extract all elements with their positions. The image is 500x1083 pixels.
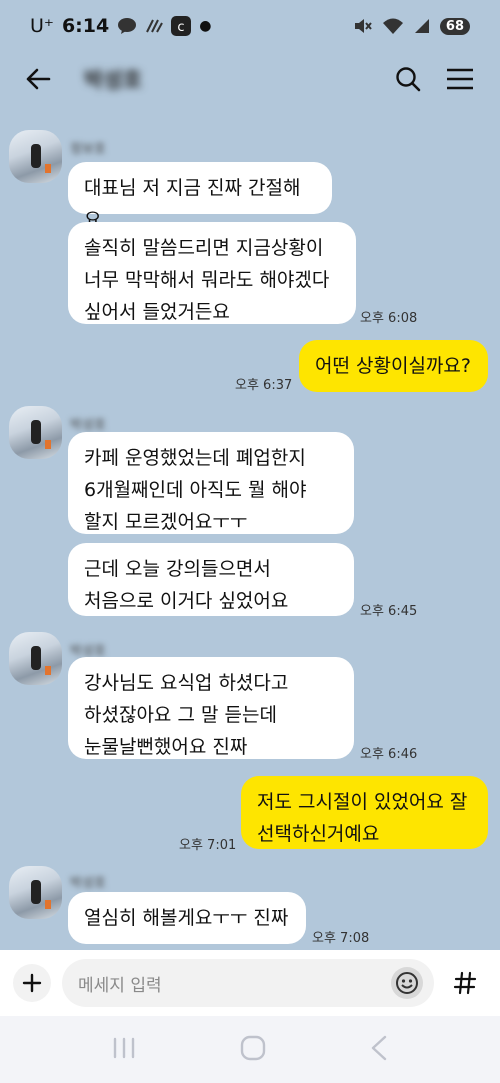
chat-title: 박성호 [84,68,142,92]
message-time: 오후 7:08 [312,931,370,946]
search-icon [396,67,421,92]
c-app-icon: c [171,16,192,36]
clock: 6:14 [61,15,110,37]
avatar[interactable] [9,406,62,459]
plus-icon [22,973,42,993]
sender-name: 정보호 [70,142,106,157]
home-icon [240,1035,266,1060]
back-button[interactable] [14,55,62,103]
nav-back-button[interactable] [369,1035,389,1065]
composer-bar: 메세지 입력 [0,950,500,1016]
sender-name: 박성호 [70,418,106,433]
message-input[interactable]: 메세지 입력 [62,959,434,1007]
message-time: 오후 6:45 [360,604,418,619]
talk-notification-icon [118,18,137,34]
message-time: 오후 6:08 [360,311,418,326]
cell-signal-icon [414,19,429,33]
home-button[interactable] [240,1035,266,1065]
received-message[interactable]: 열심히 해볼게요ㅜㅜ 진짜 [68,892,306,944]
recents-icon [114,1037,135,1058]
received-message[interactable]: 근데 오늘 강의들으면서 처음으로 이거다 싶었어요 [68,543,354,616]
hashtag-button[interactable] [446,964,484,1002]
wifi-icon [382,18,403,34]
smiley-icon [396,972,418,994]
received-message[interactable]: 강사님도 요식업 하셨다고 하셨잖아요 그 말 듣는데 눈물날뻔했어요 진짜 [68,657,354,759]
chevron-left-icon [371,1035,386,1060]
battery-level: 68 [439,17,470,35]
carrier-label: U⁺ [30,15,54,37]
menu-icon [447,68,473,90]
sent-message[interactable]: 어떤 상황이실까요? [299,340,488,392]
avatar[interactable] [9,632,62,685]
message-time: 오후 6:37 [235,378,293,393]
hash-icon [453,971,477,995]
sent-message[interactable]: 저도 그시절이 있었어요 잘 선택하신거예요 [241,776,488,849]
chat-header: 박성호 [0,52,500,106]
message-input-placeholder: 메세지 입력 [78,975,162,996]
avatar[interactable] [9,130,62,183]
arrow-left-icon [26,68,51,90]
menu-button[interactable] [434,55,486,103]
more-notifications-dot: ● [199,18,212,34]
mute-icon [354,19,372,33]
emoji-button[interactable] [391,967,423,999]
message-time: 오후 7:01 [179,838,237,853]
status-bar: U⁺ 6:14 c ● 68 [0,0,500,52]
received-message[interactable]: 대표님 저 지금 진짜 간절해요 [68,162,332,231]
received-message[interactable]: 솔직히 말씀드리면 지금상황이 너무 막막해서 뭐라도 해야겠다 싶어서 들었거… [68,222,356,324]
system-nav-bar [0,1016,500,1083]
sender-name: 박성호 [70,876,106,891]
search-button[interactable] [382,55,434,103]
svg-text:c: c [178,20,185,35]
avatar[interactable] [9,866,62,919]
attach-button[interactable] [13,964,51,1002]
received-message[interactable]: 카페 운영했었는데 폐업한지 6개월째인데 아직도 뭘 해야 할지 모르겠어요ㅜ… [68,432,354,534]
recents-button[interactable] [111,1036,137,1064]
message-time: 오후 6:46 [360,747,418,762]
signal-lines-icon [146,19,164,33]
